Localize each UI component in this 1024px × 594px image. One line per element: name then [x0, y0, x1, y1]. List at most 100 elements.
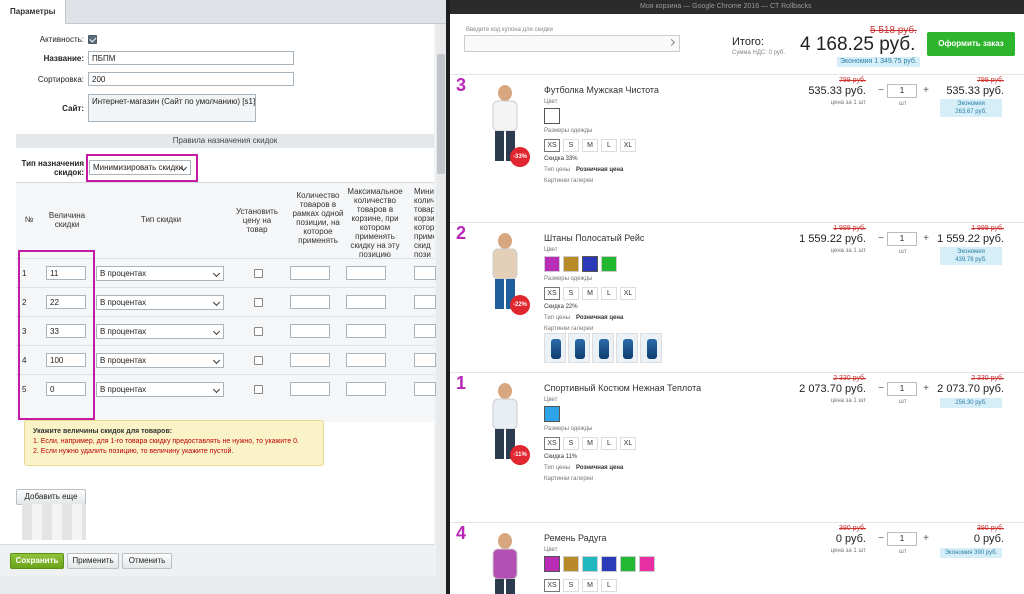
tab-bar: Параметры [0, 0, 446, 24]
discount-type-select[interactable]: В процентах [96, 382, 224, 397]
size-option-s[interactable]: S [563, 139, 579, 152]
discount-type-select[interactable]: В процентах [96, 324, 224, 339]
minus-button[interactable]: − [876, 533, 886, 544]
name-field[interactable]: ПБПМ [88, 51, 294, 65]
max-qty-input[interactable] [346, 295, 386, 309]
set-price-checkbox[interactable] [254, 269, 263, 278]
size-option-xs[interactable]: XS [544, 437, 560, 450]
site-multiselect[interactable]: Интернет-магазин (Сайт по умолчанию) [s1… [88, 94, 256, 122]
size-option-l[interactable]: L [601, 139, 617, 152]
color-swatch[interactable] [582, 256, 598, 272]
color-swatch[interactable] [544, 556, 560, 572]
product-name-link[interactable]: Ремень Радуга [544, 533, 607, 543]
set-price-checkbox[interactable] [254, 298, 263, 307]
color-swatch[interactable] [544, 406, 560, 422]
min-qty-input[interactable] [414, 324, 436, 338]
color-swatch[interactable] [563, 256, 579, 272]
minus-button[interactable]: − [876, 85, 886, 96]
product-name-link[interactable]: Спортивный Костюм Нежная Теплота [544, 383, 701, 393]
saving-badge: Экономия 263.67 руб. [940, 99, 1002, 117]
sort-field[interactable]: 200 [88, 72, 294, 86]
max-qty-input[interactable] [346, 353, 386, 367]
product-name-link[interactable]: Штаны Полосатый Рейс [544, 233, 644, 243]
size-option-xs[interactable]: XS [544, 287, 560, 300]
discount-type-select[interactable]: В процентах [96, 266, 224, 281]
qty-position-input[interactable] [290, 295, 330, 309]
quantity-input[interactable]: 1 [887, 382, 917, 396]
min-qty-input[interactable] [414, 295, 436, 309]
add-more-button[interactable]: Добавить еще [16, 489, 86, 505]
size-option-xs[interactable]: XS [544, 579, 560, 592]
max-qty-input[interactable] [346, 324, 386, 338]
color-swatch[interactable] [601, 256, 617, 272]
tab-parameters[interactable]: Параметры [0, 0, 67, 24]
coupon-input[interactable] [464, 35, 680, 52]
cancel-button[interactable]: Отменить [122, 553, 172, 569]
set-price-checkbox[interactable] [254, 327, 263, 336]
quantity-input[interactable]: 1 [887, 232, 917, 246]
max-qty-input[interactable] [346, 266, 386, 280]
size-option-m[interactable]: M [582, 579, 598, 592]
horizontal-scrollbar[interactable] [0, 576, 446, 594]
minus-button[interactable]: − [876, 383, 886, 394]
color-swatch[interactable] [620, 556, 636, 572]
quantity-input[interactable]: 1 [887, 84, 917, 98]
plus-button[interactable]: + [921, 533, 931, 544]
gallery-label: Картинки галереи [544, 326, 594, 332]
product-image[interactable] [476, 529, 534, 594]
gallery-thumb[interactable] [616, 333, 638, 363]
max-qty-input[interactable] [346, 382, 386, 396]
size-option-l[interactable]: L [601, 579, 617, 592]
size-option-xl[interactable]: XL [620, 139, 636, 152]
qty-position-input[interactable] [290, 382, 330, 396]
gallery-thumb[interactable] [592, 333, 614, 363]
color-swatch[interactable] [582, 556, 598, 572]
discount-type-select[interactable]: В процентах [96, 295, 224, 310]
size-option-m[interactable]: M [582, 287, 598, 300]
qty-position-input[interactable] [290, 353, 330, 367]
discount-type-select[interactable]: В процентах [96, 353, 224, 368]
size-option-l[interactable]: L [601, 437, 617, 450]
size-option-s[interactable]: S [563, 437, 579, 450]
size-option-xs[interactable]: XS [544, 139, 560, 152]
color-swatch[interactable] [563, 556, 579, 572]
size-option-s[interactable]: S [563, 579, 579, 592]
qty-position-input[interactable] [290, 266, 330, 280]
gallery-thumb[interactable] [568, 333, 590, 363]
qty-position-input[interactable] [290, 324, 330, 338]
plus-button[interactable]: + [921, 383, 931, 394]
checkout-button[interactable]: Оформить заказ [927, 32, 1015, 56]
size-option-xl[interactable]: XL [620, 287, 636, 300]
color-swatch[interactable] [639, 556, 655, 572]
size-option-m[interactable]: M [582, 139, 598, 152]
size-label: Размеры одежды [544, 276, 593, 282]
plus-button[interactable]: + [921, 233, 931, 244]
color-swatch[interactable] [601, 556, 617, 572]
old-unit-price: 390 руб. [839, 525, 866, 532]
size-option-l[interactable]: L [601, 287, 617, 300]
set-price-checkbox[interactable] [254, 356, 263, 365]
activity-checkbox[interactable] [88, 35, 97, 44]
order-number: 1 [456, 373, 467, 393]
set-price-checkbox[interactable] [254, 385, 263, 394]
hint-title: Укажите величины скидок для товаров: [33, 428, 173, 435]
plus-button[interactable]: + [921, 85, 931, 96]
gallery-thumb[interactable] [544, 333, 566, 363]
gallery-thumb[interactable] [640, 333, 662, 363]
vertical-scrollbar[interactable] [436, 24, 446, 576]
chevron-right-icon[interactable] [667, 38, 676, 47]
size-option-xl[interactable]: XL [620, 437, 636, 450]
color-swatch[interactable] [544, 256, 560, 272]
apply-button[interactable]: Применить [67, 553, 119, 569]
size-option-s[interactable]: S [563, 287, 579, 300]
save-button[interactable]: Сохранить [10, 553, 64, 569]
min-qty-input[interactable] [414, 382, 436, 396]
quantity-input[interactable]: 1 [887, 532, 917, 546]
min-qty-input[interactable] [414, 266, 436, 280]
minus-button[interactable]: − [876, 233, 886, 244]
size-option-m[interactable]: M [582, 437, 598, 450]
highlight-discount-type [86, 154, 198, 182]
product-name-link[interactable]: Футболка Мужская Чистота [544, 85, 659, 95]
min-qty-input[interactable] [414, 353, 436, 367]
color-swatch[interactable] [544, 108, 560, 124]
